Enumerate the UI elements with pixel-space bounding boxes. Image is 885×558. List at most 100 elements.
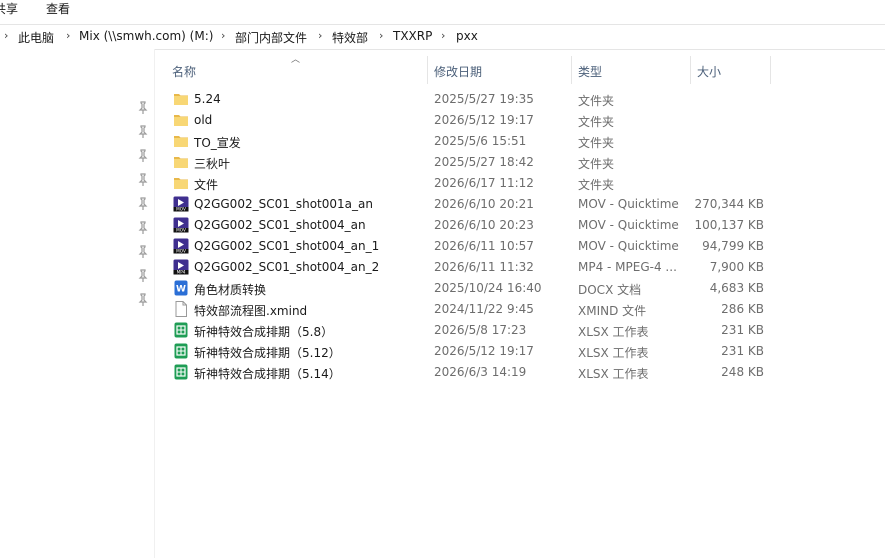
file-date: 2026/6/3 14:19 xyxy=(434,365,527,379)
mov-icon: MOV xyxy=(173,217,189,233)
svg-text:MP4: MP4 xyxy=(177,270,186,275)
file-type: XLSX 工作表 xyxy=(578,346,649,360)
folder-icon xyxy=(173,133,189,149)
pin-icon[interactable] xyxy=(137,221,149,235)
file-row[interactable]: 斩神特效合成排期（5.8） 2026/5/8 17:23 XLSX 工作表 231 K… xyxy=(166,320,771,341)
breadcrumb-drive[interactable]: Mix (\\smwh.com) (M:) xyxy=(79,29,213,43)
file-name: 角色材质转换 xyxy=(194,283,267,297)
ribbon-tab-share[interactable]: 共享 xyxy=(0,0,18,17)
file-row[interactable]: MOV Q2GG002_SC01_shot004_an_1 2026/6/11 10… xyxy=(166,236,771,257)
column-header-type[interactable]: 类型 xyxy=(572,56,691,84)
file-name: 斩神特效合成排期（5.12） xyxy=(194,346,341,360)
file-type: XMIND 文件 xyxy=(578,304,647,318)
breadcrumb-dept-files[interactable]: 部门内部文件 xyxy=(235,29,307,46)
folder-icon xyxy=(173,112,189,128)
file-date: 2026/6/17 11:12 xyxy=(434,176,534,190)
folder-icon xyxy=(173,175,189,191)
file-date: 2026/6/10 20:23 xyxy=(434,218,534,232)
folder-icon xyxy=(173,154,189,170)
chevron-right-icon[interactable]: › xyxy=(4,29,8,42)
file-row[interactable]: MP4 Q2GG002_SC01_shot004_an_2 2026/6/11 11… xyxy=(166,257,771,278)
svg-text:MOV: MOV xyxy=(176,228,186,233)
file-row[interactable]: W 角色材质转换 2025/10/24 16:40 DOCX 文档 4,683 KB xyxy=(166,278,771,299)
mov-icon: MOV xyxy=(173,196,189,212)
chevron-right-icon[interactable]: › xyxy=(441,29,445,42)
folder-row[interactable]: 5.24 2025/5/27 19:35 文件夹 xyxy=(166,89,771,110)
pin-icon[interactable] xyxy=(137,173,149,187)
file-name: old xyxy=(194,113,213,127)
folder-row[interactable]: 文件 2026/6/17 11:12 文件夹 xyxy=(166,173,771,194)
file-name: Q2GG002_SC01_shot004_an_2 xyxy=(194,260,380,274)
svg-text:W: W xyxy=(176,285,186,295)
ribbon-tab-view[interactable]: 查看 xyxy=(46,0,70,17)
file-row[interactable]: MOV Q2GG002_SC01_shot004_an 2026/6/10 20:2… xyxy=(166,215,771,236)
file-date: 2024/11/22 9:45 xyxy=(434,302,534,316)
file-type: 文件夹 xyxy=(578,94,615,108)
ribbon: 共享 查看 xyxy=(0,0,885,18)
file-size: 231 KB xyxy=(721,323,764,337)
file-name: Q2GG002_SC01_shot004_an_1 xyxy=(194,239,380,253)
file-name: 三秋叶 xyxy=(194,157,231,171)
file-type: 文件夹 xyxy=(578,178,615,192)
address-bar[interactable]: › 此电脑 › Mix (\\smwh.com) (M:) › 部门内部文件 ›… xyxy=(0,24,885,50)
xlsx-icon xyxy=(173,322,189,338)
file-row[interactable]: 斩神特效合成排期（5.12） 2026/5/12 19:17 XLSX 工作表 231… xyxy=(166,341,771,362)
pin-icon[interactable] xyxy=(137,293,149,307)
folder-row[interactable]: old 2026/5/12 19:17 文件夹 xyxy=(166,110,771,131)
file-name: 斩神特效合成排期（5.8） xyxy=(194,325,334,339)
file-date: 2025/5/6 15:51 xyxy=(434,134,527,148)
pin-icon[interactable] xyxy=(137,245,149,259)
file-date: 2026/5/12 19:17 xyxy=(434,113,534,127)
chevron-right-icon[interactable]: › xyxy=(66,29,70,42)
chevron-right-icon[interactable]: › xyxy=(318,29,322,42)
pin-icon[interactable] xyxy=(137,101,149,115)
file-type: DOCX 文档 xyxy=(578,283,642,297)
file-type: 文件夹 xyxy=(578,115,615,129)
column-header-date[interactable]: 修改日期 xyxy=(428,56,572,84)
file-size: 248 KB xyxy=(721,365,764,379)
file-date: 2026/5/8 17:23 xyxy=(434,323,527,337)
breadcrumb-vfx-dept[interactable]: 特效部 xyxy=(332,29,368,46)
folder-row[interactable]: TO_宣发 2025/5/6 15:51 文件夹 xyxy=(166,131,771,152)
pin-icon[interactable] xyxy=(137,149,149,163)
navigation-pane[interactable] xyxy=(0,49,155,558)
file-size: 100,137 KB xyxy=(694,218,764,232)
file-name: 5.24 xyxy=(194,92,221,106)
file-date: 2025/5/27 18:42 xyxy=(434,155,534,169)
file-date: 2026/5/12 19:17 xyxy=(434,344,534,358)
folder-icon xyxy=(173,91,189,107)
file-size: 7,900 KB xyxy=(709,260,764,274)
file-type: XLSX 工作表 xyxy=(578,325,649,339)
column-header-size[interactable]: 大小 xyxy=(691,56,771,84)
file-date: 2025/5/27 19:35 xyxy=(434,92,534,106)
pin-icon[interactable] xyxy=(137,269,149,283)
pin-icon[interactable] xyxy=(137,125,149,139)
column-header-row: 名称 修改日期 类型 大小 xyxy=(166,56,771,84)
file-size: 94,799 KB xyxy=(702,239,764,253)
file-type: XLSX 工作表 xyxy=(578,367,649,381)
breadcrumb-this-pc[interactable]: 此电脑 xyxy=(18,29,54,46)
file-row[interactable]: MOV Q2GG002_SC01_shot001a_an 2026/6/10 20:… xyxy=(166,194,771,215)
svg-text:MOV: MOV xyxy=(176,249,186,254)
file-row[interactable]: 斩神特效合成排期（5.14） 2026/6/3 14:19 XLSX 工作表 248 … xyxy=(166,362,771,383)
file-type: 文件夹 xyxy=(578,136,615,150)
xlsx-icon xyxy=(173,364,189,380)
mov-icon: MOV xyxy=(173,238,189,254)
pin-icon[interactable] xyxy=(137,197,149,211)
breadcrumb-txxrp[interactable]: TXXRP xyxy=(393,29,432,43)
file-type: 文件夹 xyxy=(578,157,615,171)
column-header-name[interactable]: 名称 xyxy=(166,56,428,84)
file-row[interactable]: 特效部流程图.xmind 2024/11/22 9:45 XMIND 文件 286 K… xyxy=(166,299,771,320)
chevron-right-icon[interactable]: › xyxy=(379,29,383,42)
xlsx-icon xyxy=(173,343,189,359)
file-date: 2026/6/11 10:57 xyxy=(434,239,534,253)
file-size: 231 KB xyxy=(721,344,764,358)
file-name: 文件 xyxy=(194,178,219,192)
file-type: MOV - Quicktime xyxy=(578,218,679,232)
chevron-right-icon[interactable]: › xyxy=(221,29,225,42)
file-name: Q2GG002_SC01_shot004_an xyxy=(194,218,366,232)
file-date: 2026/6/10 20:21 xyxy=(434,197,534,211)
breadcrumb-pxx[interactable]: pxx xyxy=(456,29,478,43)
file-date: 2026/6/11 11:32 xyxy=(434,260,534,274)
folder-row[interactable]: 三秋叶 2025/5/27 18:42 文件夹 xyxy=(166,152,771,173)
